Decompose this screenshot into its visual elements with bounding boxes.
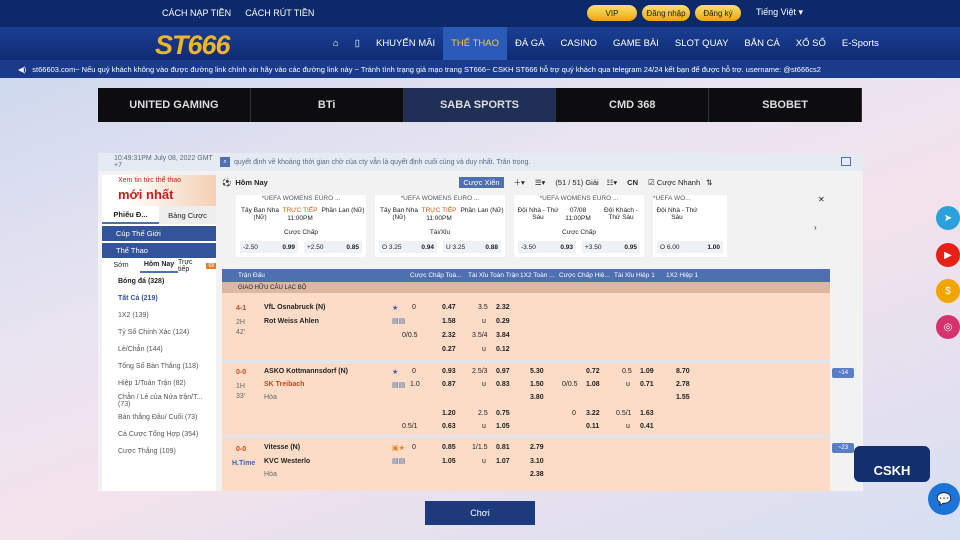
nav-card-games[interactable]: GAME BÀI <box>605 27 667 60</box>
provider-saba[interactable]: SABA SPORTS <box>403 88 557 122</box>
news-ticker: ◀) st66603.com~ Nếu quý khách không vào … <box>0 60 960 78</box>
news-promo-banner[interactable]: Xem tin tức thể thao mới nhất <box>102 175 216 206</box>
more-markets-button[interactable]: ~14 <box>832 368 854 378</box>
chat-icon[interactable]: 💬 <box>928 483 960 515</box>
nav-esports[interactable]: E-Sports <box>834 27 887 60</box>
favorite-icon[interactable]: ★ <box>392 368 398 376</box>
nav-lottery[interactable]: XỔ SỐ <box>788 27 834 60</box>
home-icon[interactable]: ⌂ <box>325 27 347 60</box>
provider-sbobet[interactable]: SBOBET <box>709 88 862 122</box>
customer-support-badge[interactable]: CSKH <box>854 446 930 482</box>
market-item[interactable]: Tỷ Số Chính Xác (124) <box>102 324 216 341</box>
market-item[interactable]: Tất Cả (219) <box>102 290 216 307</box>
vip-button[interactable]: VIP <box>587 5 637 21</box>
register-button[interactable]: Đăng ký <box>695 5 741 21</box>
world-cup-section[interactable]: Cúp Thế Giới <box>102 226 216 241</box>
market-item[interactable]: Lẻ/Chẵn (144) <box>102 341 216 358</box>
search-icon[interactable]: ⌕ <box>220 157 230 167</box>
left-sidebar: Xem tin tức thể thao mới nhất Phiếu Đ...… <box>102 175 216 491</box>
market-item[interactable]: Tổng Số Bàn Thắng (118) <box>102 358 216 375</box>
soccer-icon: ⚽ <box>222 177 232 187</box>
sportsbook-panel: 10:49:31PM July 08, 2022 GMT +7 ⌕ quyết … <box>98 153 863 491</box>
featured-card[interactable]: *UEFA WOMENS EURO ... Tây Ban Nha (Nữ) T… <box>375 195 505 257</box>
announcement-text: quyết định về khoảng thời gian chờ của c… <box>234 158 531 166</box>
info-bar: 10:49:31PM July 08, 2022 GMT +7 ⌕ quyết … <box>98 153 863 171</box>
column-headers: Trận Đấu Cược Chấp Toà... Tài Xỉu Toàn T… <box>222 269 830 282</box>
stats-icon[interactable]: ▤▤ <box>392 317 405 325</box>
nav-fishing[interactable]: BẮN CÁ <box>736 27 787 60</box>
stats-icon[interactable]: ▤▤ <box>392 381 405 389</box>
stats-icon[interactable]: ▤▤ <box>392 457 405 465</box>
featured-card[interactable]: *UEFA WOMENS EURO ... Tây Ban Nha (Nữ) T… <box>236 195 366 257</box>
soccer-item[interactable]: Bóng đá (328) <box>102 273 216 290</box>
live-count-badge: 68 <box>206 262 216 269</box>
money-icon[interactable]: $ <box>936 279 960 303</box>
server-time: 10:49:31PM July 08, 2022 GMT +7 <box>114 155 213 169</box>
market-item[interactable]: Cá Cược Tổng Hợp (354) <box>102 426 216 443</box>
nav-casino[interactable]: CASINO <box>553 27 605 60</box>
tab-early[interactable]: Sớm <box>102 258 140 273</box>
tab-today[interactable]: Hôm Nay <box>140 258 178 273</box>
sort-icon[interactable]: ☰▾ <box>535 178 546 187</box>
top-bar: CÁCH NẠP TIỀN CÁCH RÚT TIỀN VIP Đăng nhậ… <box>0 0 960 27</box>
telegram-icon[interactable]: ➤ <box>936 206 960 230</box>
tab-live[interactable]: Trực tiếp 68 <box>178 258 216 273</box>
tab-bet-slip[interactable]: Phiếu Đ... <box>102 206 159 224</box>
nav-cockfight[interactable]: ĐÁ GÀ <box>507 27 553 60</box>
speaker-icon: ◀) <box>18 64 27 74</box>
table-row: 0-0 H.Time Vitesse (N) KVC Westerlo Hòa … <box>232 444 544 478</box>
sort-order-icon[interactable]: ⇅ <box>706 178 712 187</box>
table-row: 4-1 2H 42' VfL Osnabruck (N) Rot Weiss A… <box>236 304 510 353</box>
youtube-icon[interactable]: ▶ <box>936 243 960 267</box>
next-arrow-icon[interactable]: › <box>814 223 817 232</box>
table-row: 0-0 1H 33' ASKO Kottmannsdorf (N) SK Tre… <box>236 368 690 430</box>
provider-bti[interactable]: BTi <box>251 88 404 122</box>
view-icon[interactable]: ☷▾ <box>607 178 618 187</box>
featured-cards: *UEFA WOMENS EURO ... Tây Ban Nha (Nữ) T… <box>236 195 736 261</box>
odds-area: ⚽ Hôm Nay Cược Xiên ＋▾ ☰▾ (51 / 51) Giải… <box>222 175 862 491</box>
market-item[interactable]: Bàn thắng Đầu/ Cuối (73) <box>102 409 216 426</box>
nav-promotions[interactable]: KHUYẾN MÃI <box>368 27 443 60</box>
play-button[interactable]: Chơi <box>425 501 535 525</box>
instagram-icon[interactable]: ◎ <box>936 315 960 339</box>
login-button[interactable]: Đăng nhập <box>642 5 690 21</box>
parlay-button[interactable]: Cược Xiên <box>459 176 504 188</box>
deposit-guide-link[interactable]: CÁCH NẠP TIỀN <box>162 8 231 18</box>
nav-menu: ⌂ ▯ KHUYẾN MÃI THỂ THAO ĐÁ GÀ CASINO GAM… <box>325 27 887 60</box>
mobile-icon[interactable]: ▯ <box>347 27 368 60</box>
featured-card[interactable]: *UEFA WO... Đội Nhà - Thứ Sáu O 6.00 1.00 <box>653 195 727 257</box>
market-item[interactable]: Chẵn / Lẻ của Nửa trận/T... (73) <box>102 392 216 409</box>
league-count-select[interactable]: (51 / 51) Giải <box>555 178 598 187</box>
close-icon[interactable]: ✕ <box>818 195 825 204</box>
message-icon[interactable] <box>841 157 851 166</box>
withdraw-guide-link[interactable]: CÁCH RÚT TIỀN <box>245 8 314 18</box>
favorite-icon[interactable]: ★ <box>392 304 398 312</box>
tab-bet-list[interactable]: Bảng Cược <box>159 206 216 224</box>
add-icon[interactable]: ＋▾ <box>514 177 525 188</box>
more-markets-button[interactable]: ~23 <box>832 443 854 453</box>
provider-cmd368[interactable]: CMD 368 <box>556 88 710 122</box>
odds-type-select[interactable]: CN <box>627 178 638 187</box>
site-logo[interactable]: ST666 <box>155 30 231 61</box>
market-item[interactable]: Hiệp 1/Toàn Trận (82) <box>102 375 216 392</box>
market-item[interactable]: 1X2 (139) <box>102 307 216 324</box>
nav-slots[interactable]: SLOT QUAY <box>667 27 737 60</box>
nav-sports[interactable]: THỂ THAO <box>443 27 507 60</box>
featured-card[interactable]: *UEFA WOMENS EURO ... Đội Nhà - Thứ Sáu … <box>514 195 644 257</box>
page-title: Hôm Nay <box>235 177 268 187</box>
market-item[interactable]: Cược Thắng (109) <box>102 443 216 460</box>
league-header[interactable]: GIAO HỮU CÂU LẠC BỘ <box>222 282 830 293</box>
sports-section[interactable]: Thể Thao <box>102 243 216 258</box>
quick-bet-checkbox[interactable]: ☑ Cược Nhanh <box>648 178 700 187</box>
provider-bar: UNITED GAMING BTi SABA SPORTS CMD 368 SB… <box>98 88 862 122</box>
language-select[interactable]: Tiếng Việt ▾ <box>756 7 803 18</box>
live-tv-icon[interactable]: ▣★ <box>392 444 405 452</box>
provider-united-gaming[interactable]: UNITED GAMING <box>98 88 251 122</box>
